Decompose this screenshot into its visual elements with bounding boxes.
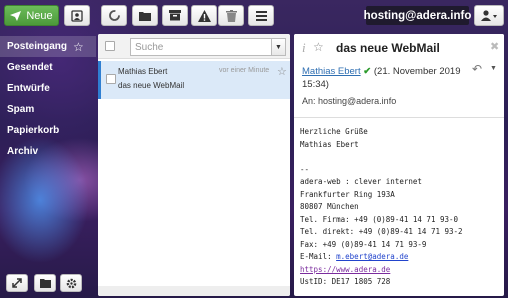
sidebar-item-label: Posteingang [7, 41, 68, 52]
sidebar-item-papierkorb[interactable]: Papierkorb [0, 120, 96, 141]
folder-sidebar: Posteingang ☆ Gesendet Entwürfe Spam Pap… [0, 36, 96, 162]
select-all-checkbox[interactable] [105, 41, 115, 51]
message-body: Herzliche Grüße Mathias Ebert -- adera-w… [300, 126, 500, 289]
body-line: Tel. direkt: +49 (0)89-41 14 71 93-2 [300, 227, 463, 236]
user-menu-button[interactable] [474, 5, 504, 26]
toolbar: Neue hosting@adera.info [0, 0, 508, 32]
collapse-sidebar-button[interactable] [6, 274, 28, 292]
chevron-down-icon: ▼ [275, 43, 282, 51]
sidebar-item-spam[interactable]: Spam [0, 99, 96, 120]
search-input[interactable] [130, 38, 272, 56]
new-folder-button[interactable] [34, 274, 56, 292]
move-folder-button[interactable] [132, 5, 158, 26]
chevron-down-icon[interactable]: ▼ [490, 65, 497, 72]
new-message-label: Neue [26, 9, 53, 22]
contacts-icon [71, 9, 83, 22]
recipient-line: An: hosting@adera.info [302, 96, 397, 106]
message-checkbox[interactable] [106, 74, 116, 84]
message-preview-panel: i ☆ das neue WebMail ✖ Mathias Ebert ✔ (… [294, 34, 504, 296]
sidebar-item-posteingang[interactable]: Posteingang ☆ [0, 36, 96, 57]
ustid-line: UstID: DE17 1805 728 [300, 277, 391, 286]
new-message-button[interactable]: Neue [4, 5, 59, 26]
sidebar-item-label: Entwürfe [7, 83, 50, 94]
trash-icon [225, 9, 237, 22]
user-icon [481, 10, 497, 21]
message-list-footer [98, 286, 290, 296]
star-icon[interactable]: ☆ [313, 40, 324, 54]
contacts-button[interactable] [64, 5, 90, 26]
body-line: Frankfurter Ring 193A [300, 189, 395, 199]
sender-link[interactable]: Mathias Ebert [302, 66, 361, 77]
search-options-dropdown[interactable]: ▼ [272, 38, 286, 56]
folder-icon [139, 11, 151, 21]
body-line: Herzliche Grüße [300, 127, 368, 136]
folder-add-icon [39, 278, 51, 288]
archive-icon [169, 10, 181, 21]
info-icon[interactable]: i [302, 40, 306, 56]
body-line: Tel. Firma: +49 (0)89-41 14 71 93-0 [300, 214, 459, 224]
message-list-header: ▼ [98, 34, 290, 59]
sidebar-item-label: Papierkorb [7, 125, 60, 136]
verified-check-icon: ✔ [363, 66, 372, 77]
settings-button[interactable] [60, 274, 82, 292]
body-line: 80807 München [300, 202, 359, 211]
message-subject: das neue WebMail [118, 81, 185, 90]
body-line: adera-web : clever internet [300, 177, 422, 186]
refresh-icon [108, 10, 120, 21]
delete-button[interactable] [218, 5, 244, 26]
email-link[interactable]: m.ebert@adera.de [336, 252, 408, 261]
star-icon[interactable]: ☆ [73, 40, 84, 54]
spam-button[interactable] [191, 5, 217, 26]
sender-line: Mathias Ebert ✔ (21. November 2019 15:34… [302, 65, 472, 91]
send-icon [10, 10, 22, 21]
sidebar-item-entwuerfe[interactable]: Entwürfe [0, 78, 96, 99]
website-link[interactable]: https://www.adera.de [300, 265, 390, 274]
star-icon[interactable]: ☆ [277, 65, 287, 78]
body-line: -- [300, 164, 310, 174]
archive-button[interactable] [162, 5, 188, 26]
message-header: i ☆ das neue WebMail ✖ Mathias Ebert ✔ (… [294, 34, 504, 118]
refresh-button[interactable] [101, 5, 127, 26]
message-time: vor einer Minute [219, 67, 270, 74]
account-email: hosting@adera.info [364, 6, 471, 25]
sidebar-item-archiv[interactable]: Archiv [0, 141, 96, 162]
message-sender: Mathias Ebert [118, 67, 168, 76]
reply-icon[interactable]: ↶ [472, 62, 482, 76]
gear-icon [66, 278, 76, 288]
spam-icon [197, 9, 211, 22]
message-list-panel: ▼ Mathias Ebert vor einer Minute das neu… [98, 34, 290, 296]
sidebar-item-label: Archiv [7, 146, 39, 157]
list-item[interactable]: Mathias Ebert vor einer Minute das neue … [98, 61, 290, 99]
body-line: Fax: +49 (0)89-41 14 71 93-9 [300, 239, 427, 249]
collapse-icon [12, 278, 22, 288]
close-icon[interactable]: ✖ [490, 40, 499, 53]
more-menu-button[interactable] [248, 5, 274, 26]
menu-icon [255, 10, 267, 21]
sidebar-item-label: Gesendet [7, 62, 53, 73]
sidebar-item-gesendet[interactable]: Gesendet [0, 57, 96, 78]
message-title: das neue WebMail [336, 41, 440, 55]
body-line: Mathias Ebert [300, 139, 359, 149]
email-label: E-Mail: [300, 252, 337, 261]
sidebar-footer [0, 274, 96, 294]
sidebar-item-label: Spam [7, 104, 35, 115]
